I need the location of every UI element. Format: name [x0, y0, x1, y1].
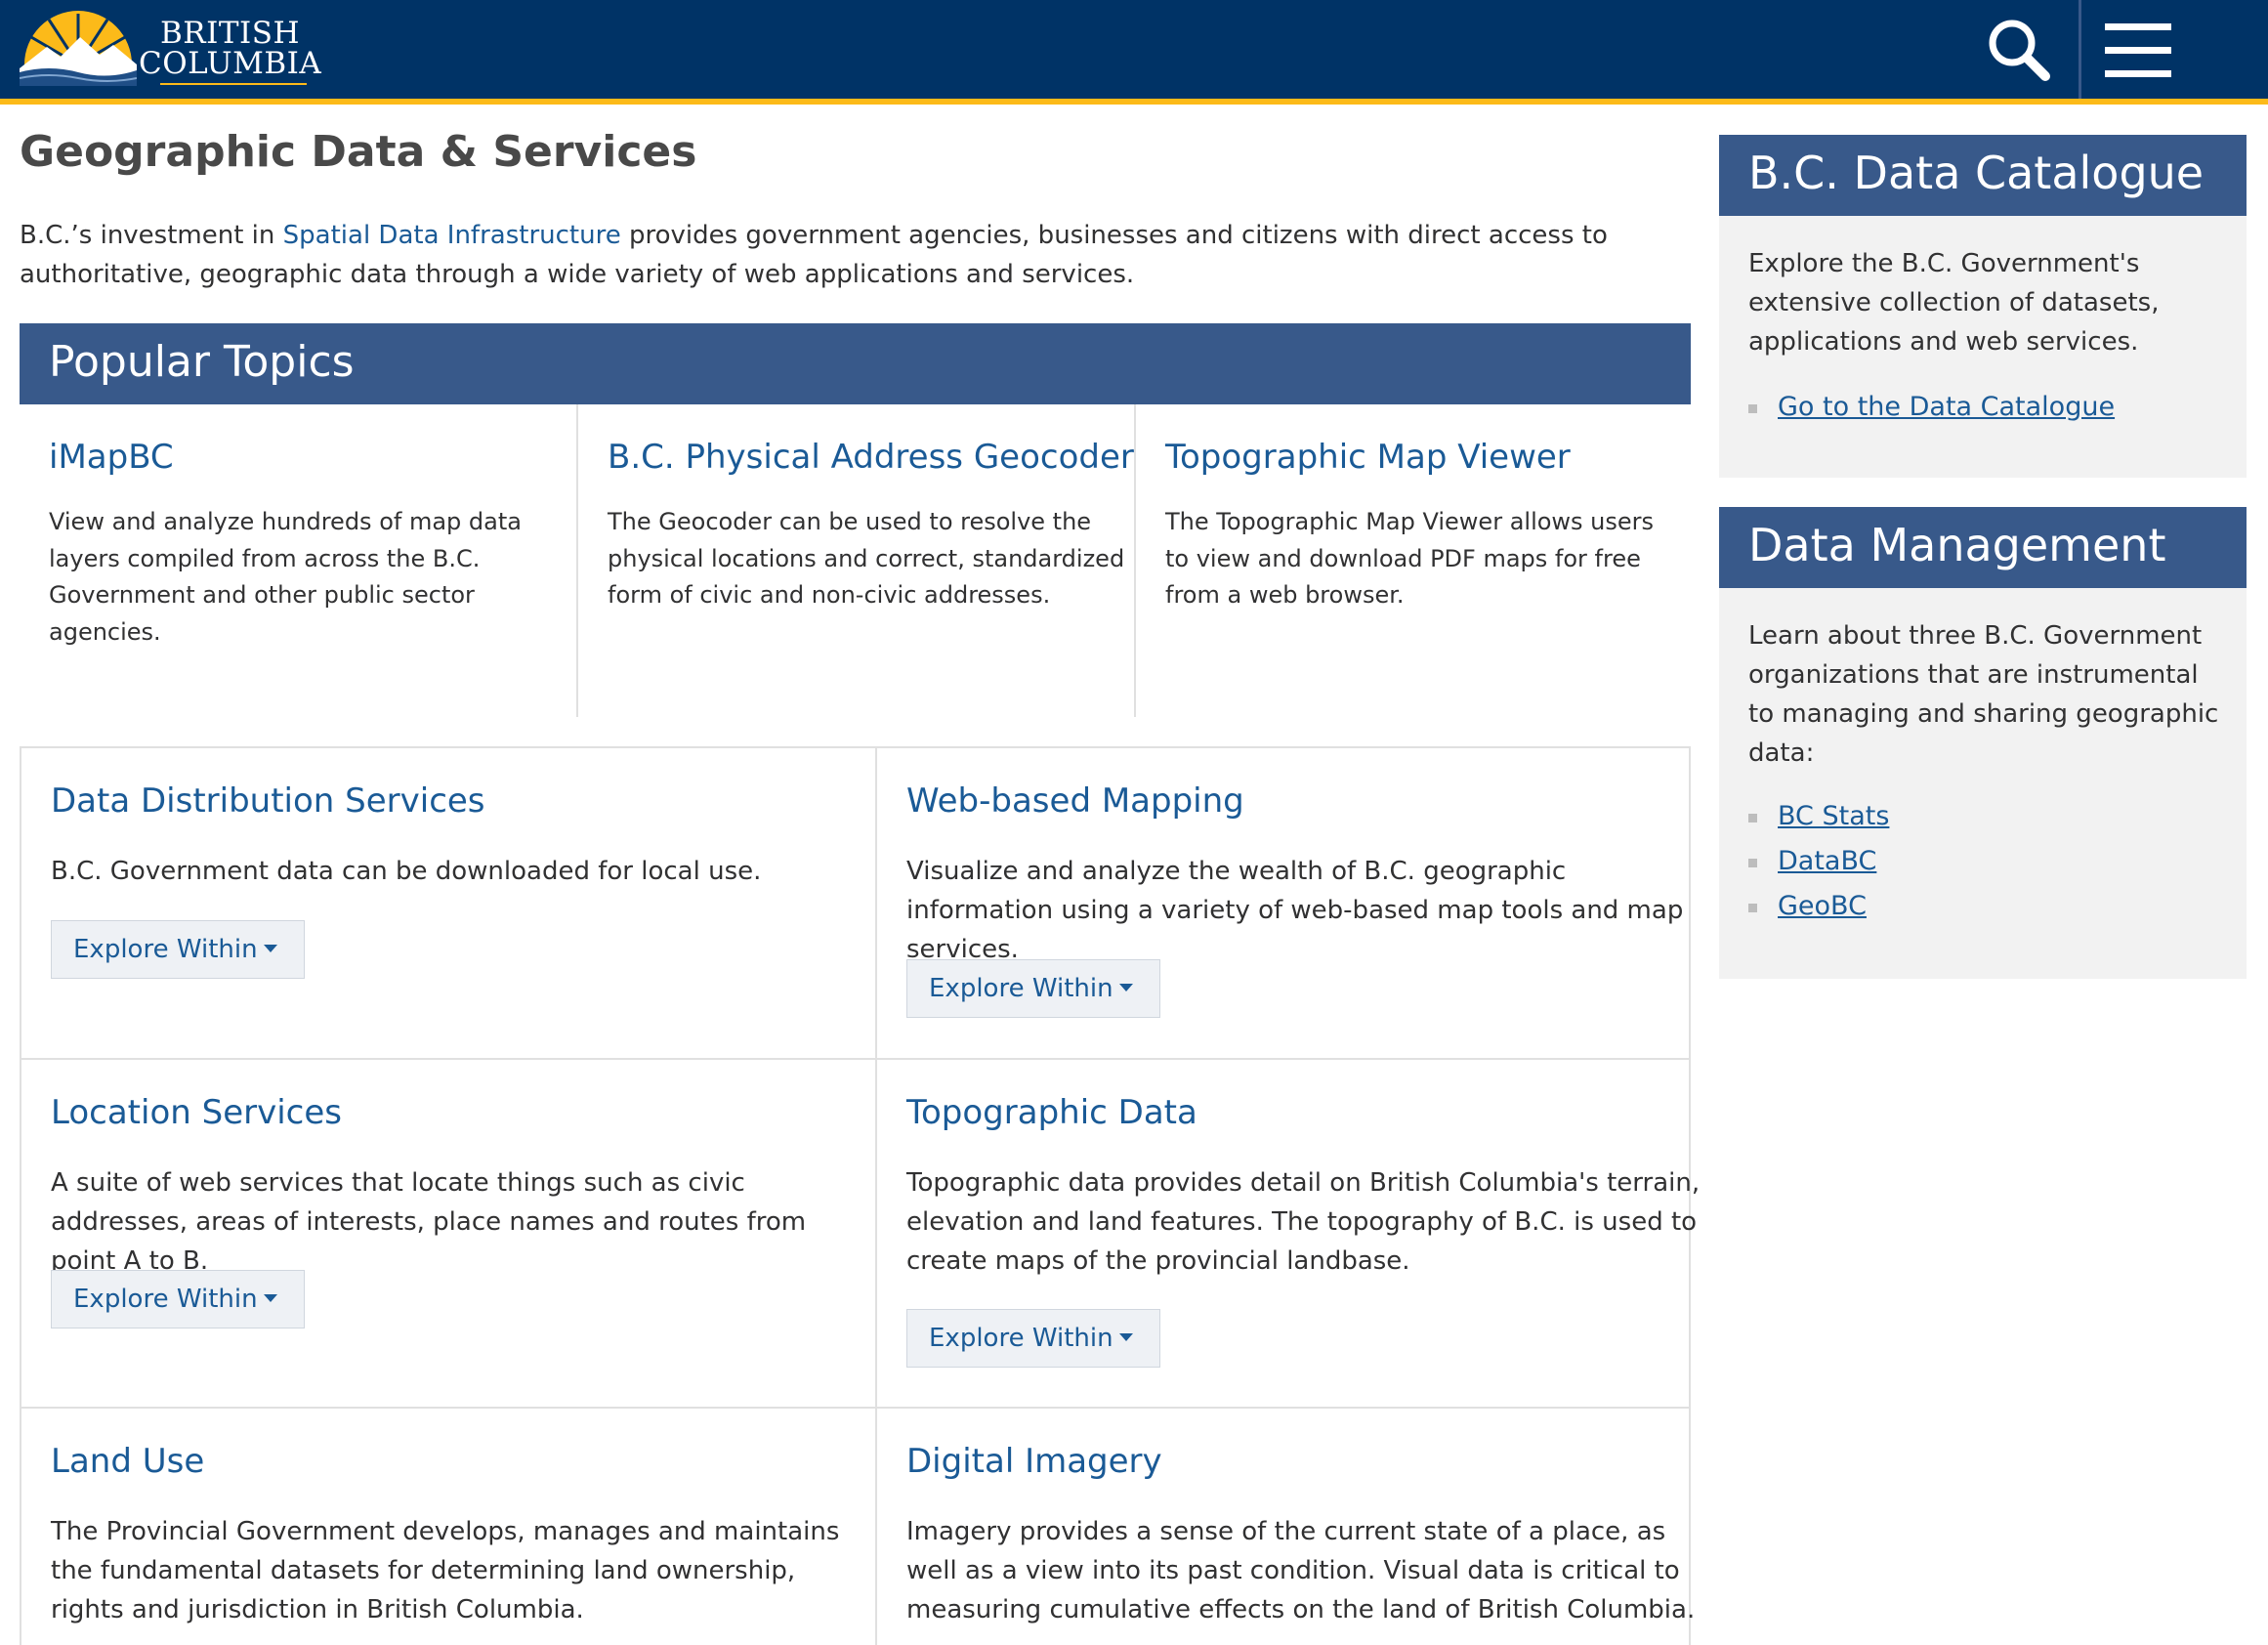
header-divider [2079, 0, 2081, 99]
hamburger-menu-icon [2105, 23, 2171, 77]
section-card: Web-based Mapping Visualize and analyze … [877, 748, 1689, 1058]
list-item: DataBC [1748, 842, 1889, 887]
explore-within-button[interactable]: Explore Within [906, 959, 1160, 1018]
section-card: Topographic Data Topographic data provid… [877, 1060, 1700, 1407]
data-catalogue-description: Explore the B.C. Government's extensive … [1748, 249, 2160, 357]
section-card: Data Distribution Services B.C. Governme… [21, 748, 875, 1058]
section-description: B.C. Government data can be downloaded f… [51, 857, 762, 886]
explore-within-button[interactable]: Explore Within [51, 1270, 305, 1329]
intro-text-start: B.C.’s investment in [20, 221, 283, 250]
popular-topics-heading: Popular Topics [49, 337, 355, 387]
site-header: BRITISH COLUMBIA [0, 0, 2268, 105]
bullet-icon [1748, 859, 1757, 867]
bullet-icon [1748, 404, 1757, 413]
data-catalogue-box: B.C. Data Catalogue Explore the B.C. Gov… [1719, 135, 2247, 478]
explore-within-label: Explore Within [73, 935, 258, 964]
topic-card: iMapBC View and analyze hundreds of map … [20, 404, 576, 717]
list-item: Go to the Data Catalogue [1748, 388, 2115, 433]
topic-title-link[interactable]: B.C. Physical Address Geocoder [608, 438, 1134, 477]
spatial-data-infrastructure-link[interactable]: Spatial Data Infrastructure [283, 221, 621, 250]
bc-gov-logo[interactable]: BRITISH COLUMBIA [20, 8, 321, 86]
data-catalogue-link[interactable]: Go to the Data Catalogue [1778, 392, 2115, 422]
section-card: Land Use The Provincial Government devel… [21, 1409, 875, 1645]
logo-line-2: COLUMBIA [139, 46, 322, 81]
page-title: Geographic Data & Services [20, 127, 697, 177]
section-card: Digital Imagery Imagery provides a sense… [877, 1409, 1695, 1645]
bullet-icon [1748, 904, 1757, 912]
section-title-link[interactable]: Location Services [51, 1093, 342, 1132]
explore-within-button[interactable]: Explore Within [51, 920, 305, 979]
topic-card: Topographic Map Viewer The Topographic M… [1136, 404, 1691, 717]
topic-title-link[interactable]: iMapBC [49, 438, 174, 477]
topic-card: B.C. Physical Address Geocoder The Geoco… [578, 404, 1135, 717]
geobc-link[interactable]: GeoBC [1778, 891, 1867, 921]
caret-down-icon [1118, 1333, 1133, 1341]
search-icon [1989, 20, 2050, 81]
explore-within-label: Explore Within [929, 974, 1113, 1003]
section-description: Imagery provides a sense of the current … [906, 1517, 1696, 1624]
data-management-links: BC Stats DataBC GeoBC [1748, 797, 1889, 932]
databc-link[interactable]: DataBC [1778, 846, 1876, 876]
explore-within-label: Explore Within [73, 1285, 258, 1314]
data-catalogue-links: Go to the Data Catalogue [1748, 388, 2115, 433]
topic-description: The Geocoder can be used to resolve the … [608, 508, 1125, 609]
data-management-description: Learn about three B.C. Government organi… [1748, 621, 2219, 768]
sun-mountain-logo-icon [20, 11, 137, 86]
intro-paragraph: B.C.’s investment in Spatial Data Infras… [20, 216, 1680, 294]
data-management-heading: Data Management [1748, 519, 2166, 571]
section-description: A suite of web services that locate thin… [51, 1168, 807, 1276]
caret-down-icon [263, 1294, 277, 1302]
caret-down-icon [263, 945, 277, 952]
menu-button[interactable] [2100, 14, 2178, 88]
section-description: The Provincial Government develops, mana… [51, 1517, 840, 1624]
logo-line-1: BRITISH [160, 16, 301, 51]
popular-topics-heading-band: Popular Topics [20, 323, 1691, 404]
list-item: GeoBC [1748, 887, 1889, 932]
topic-title-link[interactable]: Topographic Map Viewer [1165, 438, 1571, 477]
section-title-link[interactable]: Data Distribution Services [51, 781, 485, 821]
explore-within-label: Explore Within [929, 1324, 1113, 1353]
logo-underline [160, 83, 307, 85]
data-management-heading-band: Data Management [1719, 507, 2247, 588]
data-catalogue-heading: B.C. Data Catalogue [1748, 147, 2205, 199]
sections-grid: Data Distribution Services B.C. Governme… [20, 746, 1700, 1645]
list-item: BC Stats [1748, 797, 1889, 842]
data-catalogue-heading-band: B.C. Data Catalogue [1719, 135, 2247, 216]
bc-stats-link[interactable]: BC Stats [1778, 801, 1889, 831]
section-title-link[interactable]: Web-based Mapping [906, 781, 1244, 821]
topic-description: The Topographic Map Viewer allows users … [1165, 508, 1655, 609]
section-description: Topographic data provides detail on Brit… [906, 1168, 1701, 1276]
section-card: Location Services A suite of web service… [21, 1060, 875, 1407]
topic-description: View and analyze hundreds of map data la… [49, 508, 522, 646]
bullet-icon [1748, 814, 1757, 822]
data-management-box: Data Management Learn about three B.C. G… [1719, 507, 2247, 979]
section-description: Visualize and analyze the wealth of B.C.… [906, 857, 1684, 964]
explore-within-button[interactable]: Explore Within [906, 1309, 1160, 1368]
caret-down-icon [1118, 984, 1133, 991]
section-title-link[interactable]: Land Use [51, 1442, 204, 1481]
search-button[interactable] [1983, 14, 2057, 88]
section-title-link[interactable]: Topographic Data [906, 1093, 1197, 1132]
logo-wordmark: BRITISH COLUMBIA [139, 19, 321, 79]
section-title-link[interactable]: Digital Imagery [906, 1442, 1162, 1481]
